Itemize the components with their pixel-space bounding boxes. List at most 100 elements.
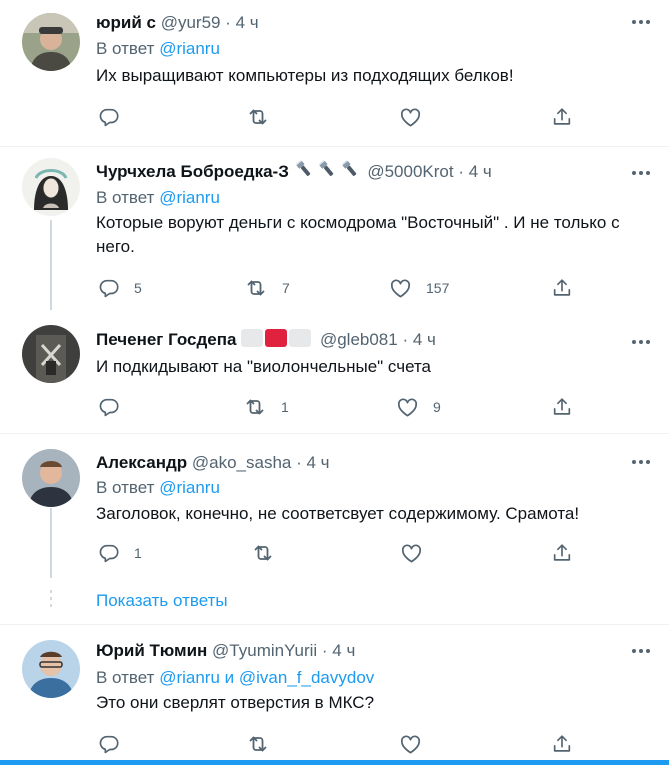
more-options-icon[interactable]: [628, 165, 654, 181]
share-icon: [551, 106, 573, 128]
reply-button[interactable]: [98, 731, 120, 757]
retweet-icon: [246, 105, 270, 129]
author-name[interactable]: Чурчхела Боброедка-З: [96, 162, 289, 181]
tweet-actions: 1: [96, 540, 596, 566]
like-button[interactable]: [399, 731, 422, 757]
retweet-icon: [251, 541, 275, 565]
like-count: 9: [433, 399, 441, 415]
tweet-time[interactable]: · 4 ч: [296, 453, 329, 472]
bottom-accent-bar: [0, 760, 669, 765]
share-icon: [551, 542, 573, 564]
reply-to-link[interactable]: @rianru: [159, 39, 220, 58]
like-count: 157: [426, 280, 450, 296]
reply-to-link[interactable]: @rianru: [159, 668, 220, 687]
tweet-4[interactable]: Александр @ako_sasha · 4 ч В ответ @rian…: [0, 434, 669, 584]
share-button[interactable]: [551, 275, 573, 301]
author-handle[interactable]: @gleb081: [320, 330, 398, 349]
retweet-count: 1: [281, 399, 289, 415]
avatar[interactable]: [22, 158, 80, 216]
like-button[interactable]: [399, 104, 436, 130]
reply-button[interactable]: 1: [98, 540, 142, 566]
tweet-actions: 5 7 157: [96, 275, 596, 301]
thread-dot: [50, 597, 52, 600]
reply-button[interactable]: 5: [98, 275, 142, 301]
thread-dot: [50, 590, 52, 593]
show-replies-link[interactable]: Показать ответы: [96, 591, 228, 611]
more-options-icon[interactable]: [628, 454, 654, 470]
reply-button[interactable]: [98, 104, 134, 130]
reply-count: 5: [134, 280, 142, 296]
heart-icon: [396, 396, 419, 419]
retweet-button[interactable]: [246, 104, 284, 130]
retweet-button[interactable]: 1: [243, 394, 289, 420]
retweet-button[interactable]: [251, 540, 289, 566]
share-button[interactable]: [551, 540, 573, 566]
tweet-text: Это они сверлят отверстия в МКС?: [96, 693, 375, 712]
tweet-3[interactable]: Печенег Госдепа @gleb081 · 4 ч И подкиды…: [0, 310, 669, 432]
author-name[interactable]: Александр: [96, 453, 187, 472]
avatar[interactable]: [22, 640, 80, 698]
tweet-actions: [96, 104, 596, 130]
retweet-icon: [244, 276, 268, 300]
flag-white-square-icon: [241, 329, 264, 347]
retweet-count: 7: [282, 280, 290, 296]
more-options-icon[interactable]: [628, 334, 654, 350]
author-handle[interactable]: @TyuminYurii: [212, 641, 317, 660]
tweet-time[interactable]: · 4 ч: [402, 330, 435, 349]
flashlight-icon: [294, 159, 314, 179]
thread-line: [50, 508, 52, 578]
author-name[interactable]: Печенег Госдепа: [96, 330, 236, 349]
avatar[interactable]: [22, 13, 80, 71]
tweet-1[interactable]: юрий с @yur59 · 4 ч В ответ @rianru Их в…: [0, 0, 669, 145]
like-button[interactable]: [400, 540, 437, 566]
retweet-icon: [243, 395, 267, 419]
reply-icon: [98, 106, 120, 128]
tweet-5[interactable]: Юрий Тюмин @TyuminYurii · 4 ч В ответ @r…: [0, 625, 669, 760]
reply-icon: [98, 733, 120, 755]
retweet-icon: [246, 732, 270, 756]
reply-button[interactable]: [98, 394, 134, 420]
author-name[interactable]: Юрий Тюмин: [96, 641, 207, 660]
share-button[interactable]: [551, 731, 573, 757]
tweet-time[interactable]: · 4 ч: [322, 641, 355, 660]
reply-prefix: В ответ: [96, 668, 155, 687]
author-handle[interactable]: @ako_sasha: [192, 453, 292, 472]
share-icon: [551, 396, 573, 418]
tweet-time[interactable]: · 4 ч: [458, 162, 491, 181]
reply-icon: [98, 396, 120, 418]
author-handle[interactable]: @5000Krot: [367, 162, 453, 181]
reply-icon: [98, 277, 120, 299]
retweet-button[interactable]: 7: [244, 275, 290, 301]
like-button[interactable]: 157: [389, 275, 449, 301]
tweet-text: Которые воруют деньги с космодрома "Вост…: [96, 213, 620, 256]
reply-icon: [98, 542, 120, 564]
tweet-time[interactable]: · 4 ч: [225, 13, 258, 32]
flag-white-square-icon: [289, 329, 312, 347]
tweet-actions: [96, 731, 596, 757]
thread-line: [50, 220, 52, 310]
share-button[interactable]: [551, 394, 573, 420]
tweet-text: И подкидывают на "виолончельные" счета: [96, 357, 432, 376]
reply-prefix: В ответ: [96, 39, 155, 58]
heart-icon: [389, 277, 412, 300]
heart-icon: [399, 106, 422, 129]
author-handle[interactable]: @yur59: [161, 13, 221, 32]
flashlight-icon: [317, 159, 337, 179]
reply-to-link[interactable]: @rianru: [159, 478, 220, 497]
reply-to-link[interactable]: @ivan_f_davydov: [239, 668, 374, 687]
tweet-text: Их выращивают компьютеры из подходящих б…: [96, 66, 514, 85]
heart-icon: [399, 733, 422, 756]
share-icon: [551, 277, 573, 299]
share-button[interactable]: [551, 104, 573, 130]
reply-prefix: В ответ: [96, 188, 155, 207]
retweet-button[interactable]: [246, 731, 270, 757]
tweet-2[interactable]: Чурчхела Боброедка-З @5000Krot · 4 ч В о…: [0, 147, 669, 310]
reply-to-link[interactable]: @rianru: [159, 188, 220, 207]
flashlight-icon: [340, 159, 360, 179]
more-options-icon[interactable]: [628, 643, 654, 659]
like-button[interactable]: 9: [396, 394, 441, 420]
author-name[interactable]: юрий с: [96, 13, 156, 32]
more-options-icon[interactable]: [628, 14, 654, 30]
avatar[interactable]: [22, 449, 80, 507]
avatar[interactable]: [22, 325, 80, 383]
